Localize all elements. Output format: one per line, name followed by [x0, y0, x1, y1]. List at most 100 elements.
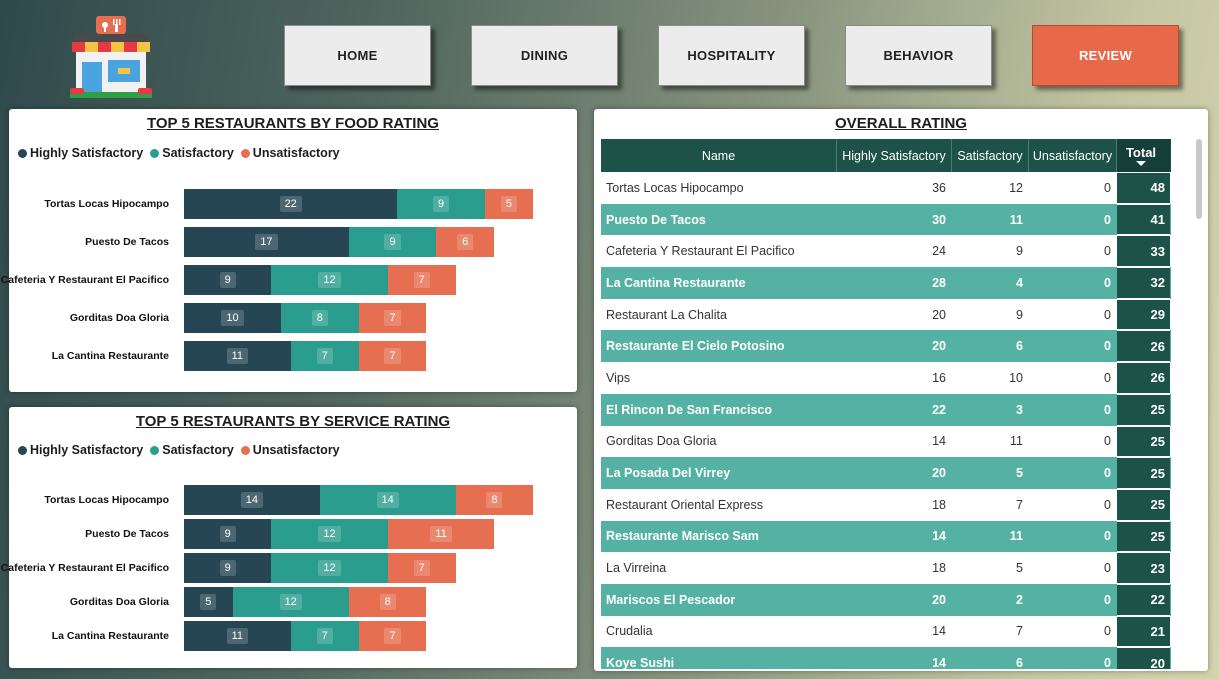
table-row[interactable]: Tortas Locas Hipocampo 36 12 0 48 — [601, 172, 1171, 204]
bar-segment-highly[interactable]: 11 — [184, 341, 291, 371]
table-row[interactable]: El Rincon De San Francisco 22 3 0 25 — [601, 393, 1171, 426]
cell-name: Restaurant La Chalita — [606, 307, 727, 322]
cell-unsatisfactory: 0 — [1104, 244, 1111, 259]
bar-segment-satisfactory[interactable]: 12 — [271, 519, 388, 549]
bar-segment-satisfactory[interactable]: 14 — [319, 485, 456, 515]
cell-name: Restaurante Marisco Sam — [606, 529, 759, 544]
bar-segment-satisfactory[interactable]: 7 — [290, 621, 359, 651]
bar-segment-unsatisfactory[interactable]: 7 — [387, 265, 456, 295]
table-row[interactable]: La Cantina Restaurante 28 4 0 32 — [601, 267, 1171, 299]
cell-unsatisfactory: 0 — [1104, 212, 1111, 227]
bar-segment-highly[interactable]: 14 — [184, 485, 320, 515]
legend-unsatisfactory[interactable]: Unsatisfactory — [240, 443, 340, 457]
nav-home-label: HOME — [337, 48, 378, 63]
legend-highly[interactable]: Highly Satisfactory — [18, 146, 143, 160]
nav-behavior-button[interactable]: BEHAVIOR — [845, 25, 992, 86]
bar-segment-unsatisfactory[interactable]: 5 — [484, 189, 534, 219]
data-label: 14 — [376, 492, 399, 508]
table-row[interactable]: Crudalia 14 7 0 21 — [601, 615, 1171, 648]
cell-satisfactory: 6 — [1016, 656, 1023, 669]
nav-review-button[interactable]: REVIEW — [1032, 25, 1179, 86]
bar-segment-satisfactory[interactable]: 12 — [232, 587, 349, 617]
legend-highly[interactable]: Highly Satisfactory — [18, 443, 143, 457]
bar-segment-highly[interactable]: 9 — [184, 265, 272, 295]
table-row[interactable]: Restaurant La Chalita 20 9 0 29 — [601, 298, 1171, 331]
bar-segment-satisfactory[interactable]: 9 — [397, 189, 485, 219]
cell-satisfactory: 7 — [1016, 624, 1023, 639]
bar-row: Puesto De Tacos 9 12 11 — [9, 519, 569, 549]
bar-segment-satisfactory[interactable]: 8 — [281, 303, 359, 333]
cell-satisfactory: 11 — [1009, 212, 1023, 227]
table-row[interactable]: La Posada Del Virrey 20 5 0 25 — [601, 457, 1171, 489]
category-label: Puesto De Tacos — [85, 528, 169, 540]
bar-segment-unsatisfactory[interactable]: 6 — [436, 227, 495, 257]
cell-total: 23 — [1117, 552, 1170, 584]
column-header-satisfactory[interactable]: Satisfactory — [952, 139, 1029, 172]
bar-segment-highly[interactable]: 22 — [184, 189, 398, 219]
cell-satisfactory: 5 — [1016, 561, 1023, 576]
data-label: 12 — [279, 594, 302, 610]
bar-segment-unsatisfactory[interactable]: 7 — [358, 341, 427, 371]
cell-satisfactory: 5 — [1016, 466, 1023, 481]
cell-highly: 36 — [932, 180, 946, 195]
legend-satisfactory[interactable]: Satisfactory — [150, 146, 234, 160]
nav-home-button[interactable]: HOME — [284, 25, 431, 86]
bar-segment-highly[interactable]: 5 — [184, 587, 233, 617]
column-header-total[interactable]: Total — [1117, 139, 1170, 172]
column-header-unsatisfactory[interactable]: Unsatisfactory — [1029, 139, 1117, 172]
table-row[interactable]: Cafeteria Y Restaurant El Pacifico 24 9 0 33 — [601, 235, 1171, 268]
bar-segment-unsatisfactory[interactable]: 7 — [358, 303, 427, 333]
cell-name: Mariscos El Pescador — [606, 592, 736, 607]
bar-segment-highly[interactable]: 10 — [184, 303, 281, 333]
bar-segment-unsatisfactory[interactable]: 7 — [358, 621, 427, 651]
table-row[interactable]: Vips 16 10 0 26 — [601, 362, 1171, 394]
table-row[interactable]: Restaurant Oriental Express 18 7 0 25 — [601, 488, 1171, 521]
bar-segment-unsatisfactory[interactable]: 11 — [387, 519, 495, 549]
overall-rating-table: Name Highly Satisfactory Satisfactory Un… — [601, 139, 1171, 669]
legend-satisfactory-swatch — [150, 445, 160, 455]
table-row[interactable]: La Virreina 18 5 0 23 — [601, 552, 1171, 584]
cell-unsatisfactory: 0 — [1104, 466, 1111, 481]
legend-satisfactory[interactable]: Satisfactory — [150, 443, 234, 457]
table-scrollbar[interactable] — [1196, 139, 1202, 219]
table-row[interactable]: Koye Sushi 14 6 0 20 — [601, 647, 1171, 669]
nav-dining-button[interactable]: DINING — [471, 25, 618, 86]
bar-segment-highly[interactable]: 9 — [184, 519, 272, 549]
column-header-name[interactable]: Name — [601, 139, 837, 172]
cell-unsatisfactory: 0 — [1104, 307, 1111, 322]
bar-segment-highly[interactable]: 11 — [184, 621, 291, 651]
data-label: 12 — [318, 272, 341, 288]
bar-segment-satisfactory[interactable]: 12 — [271, 553, 388, 583]
cell-name: Cafeteria Y Restaurant El Pacifico — [606, 244, 795, 259]
category-label: Gorditas Doa Gloria — [69, 596, 169, 608]
bar-segment-satisfactory[interactable]: 7 — [290, 341, 359, 371]
bar-segment-satisfactory[interactable]: 12 — [271, 265, 388, 295]
data-label: 7 — [413, 272, 430, 288]
table-row[interactable]: Restaurante El Cielo Potosino 20 6 0 26 — [601, 330, 1171, 363]
bar-row: La Cantina Restaurante 11 7 7 — [9, 341, 569, 371]
data-label: 7 — [316, 348, 333, 364]
bar-segment-unsatisfactory[interactable]: 8 — [455, 485, 534, 515]
cell-total: 41 — [1117, 203, 1170, 236]
cell-total: 25 — [1117, 488, 1170, 521]
nav-hospitality-button[interactable]: HOSPITALITY — [658, 25, 805, 86]
table-row[interactable]: Mariscos El Pescador 20 2 0 22 — [601, 583, 1171, 616]
bar-segment-unsatisfactory[interactable]: 8 — [348, 587, 427, 617]
table-row[interactable]: Puesto De Tacos 30 11 0 41 — [601, 203, 1171, 236]
table-row[interactable]: Restaurante Marisco Sam 14 11 0 25 — [601, 520, 1171, 553]
legend-highly-label: Highly Satisfactory — [30, 146, 144, 160]
cell-highly: 20 — [932, 592, 946, 607]
cell-highly: 28 — [932, 275, 946, 290]
bar-segment-highly[interactable]: 17 — [184, 227, 349, 257]
cell-total: 25 — [1117, 520, 1170, 553]
data-label: 11 — [226, 628, 249, 644]
bar-segment-satisfactory[interactable]: 9 — [348, 227, 437, 257]
bar-segment-highly[interactable]: 9 — [184, 553, 272, 583]
legend-unsatisfactory-swatch — [240, 445, 250, 455]
legend-unsatisfactory[interactable]: Unsatisfactory — [240, 146, 340, 160]
cell-satisfactory: 9 — [1016, 307, 1023, 322]
legend-unsatisfactory-swatch — [240, 148, 250, 158]
bar-segment-unsatisfactory[interactable]: 7 — [387, 553, 456, 583]
column-header-highly[interactable]: Highly Satisfactory — [837, 139, 952, 172]
table-row[interactable]: Gorditas Doa Gloria 14 11 0 25 — [601, 425, 1171, 458]
